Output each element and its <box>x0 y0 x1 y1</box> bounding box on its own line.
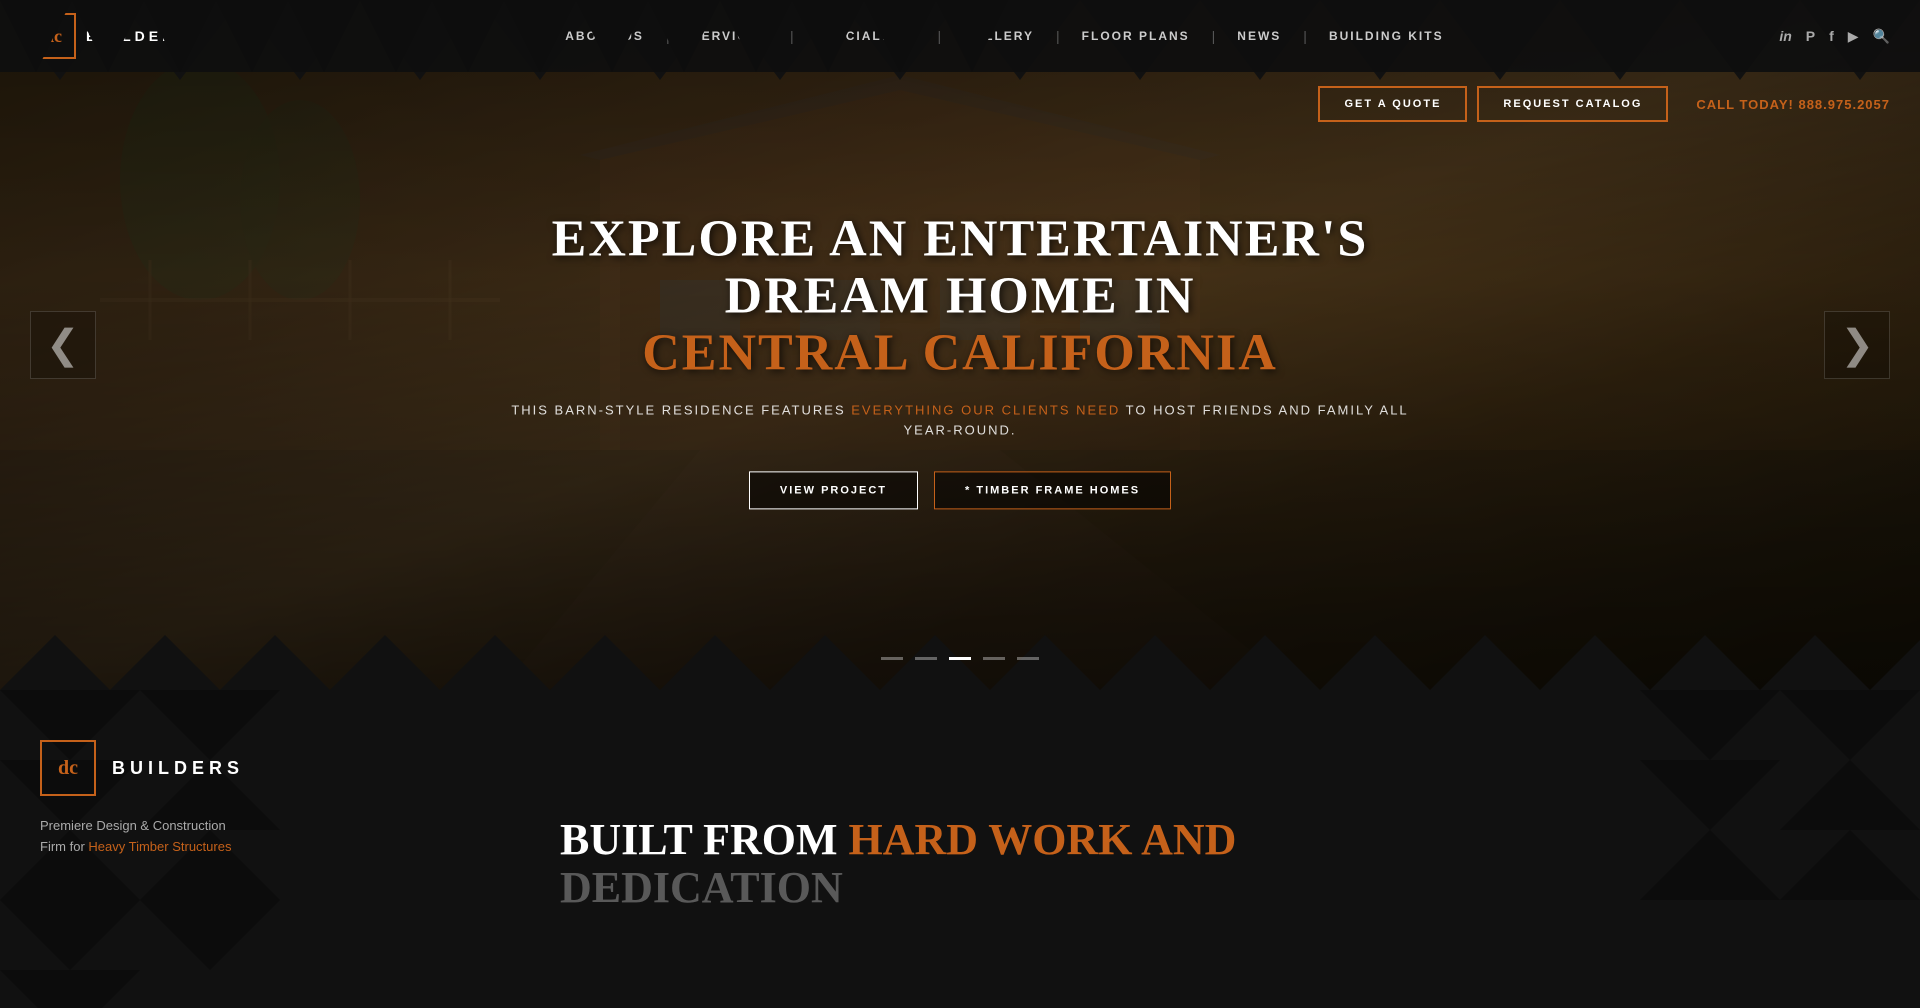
footer-headline-orange: HARD WORK AND <box>849 815 1237 864</box>
hero-content: EXPLORE AN ENTERTAINER'S DREAM HOME IN C… <box>510 210 1410 509</box>
hero-subtitle-highlight: EVERYTHING OUR CLIENTS NEED <box>851 402 1120 417</box>
get-quote-button[interactable]: GET A QUOTE <box>1318 86 1467 122</box>
hero-title-line1: EXPLORE AN ENTERTAINER'S DREAM HOME IN <box>510 210 1410 324</box>
hero-subtitle-pre: THIS BARN-STYLE RESIDENCE FEATURES <box>511 402 845 417</box>
footer-headline-area: BUILT FROM HARD WORK AND DEDICATION <box>500 690 1920 1008</box>
top-action-bar: GET A QUOTE REQUEST CATALOG CALL TODAY! … <box>0 72 1920 136</box>
footer-tagline-text2: Firm for <box>40 839 85 854</box>
hero-prev-button[interactable]: ❮ <box>30 311 96 379</box>
timber-frame-button[interactable]: * TIMBER FRAME HOMES <box>934 472 1171 510</box>
footer-logo-row: dc BUILDERS <box>40 740 244 796</box>
slide-dot-3[interactable] <box>949 657 971 660</box>
footer-tagline-text: Premiere Design & Construction <box>40 818 226 833</box>
footer-brand-name: BUILDERS <box>112 758 244 779</box>
hero-subtitle: THIS BARN-STYLE RESIDENCE FEATURES EVERY… <box>510 400 1410 442</box>
slide-dot-4[interactable] <box>983 657 1005 660</box>
footer-logo-letters: dc <box>58 757 78 780</box>
footer-headline-white2: DEDICATION <box>560 863 843 912</box>
footer-tagline-highlight: Heavy Timber Structures <box>88 839 231 854</box>
slide-dot-1[interactable] <box>881 657 903 660</box>
slide-dot-5[interactable] <box>1017 657 1039 660</box>
footer-logo-box: dc <box>40 740 96 796</box>
call-today: CALL TODAY! 888.975.2057 <box>1696 97 1890 112</box>
slide-dot-2[interactable] <box>915 657 937 660</box>
footer-tagline: Premiere Design & Construction Firm for … <box>40 816 231 858</box>
hero-buttons: VIEW PROJECT * TIMBER FRAME HOMES <box>510 472 1410 510</box>
main-navbar: dc BUILDERS ABOUT US | SERVICES | SPECIA… <box>0 0 1920 72</box>
footer-brand: dc BUILDERS Premiere Design & Constructi… <box>0 690 500 1008</box>
slide-indicators <box>881 657 1039 660</box>
footer-section: dc BUILDERS Premiere Design & Constructi… <box>0 690 1920 1008</box>
footer-headline-white: BUILT FROM <box>560 815 838 864</box>
view-project-button[interactable]: VIEW PROJECT <box>749 472 918 510</box>
arrow-left-icon: ❮ <box>46 323 80 367</box>
request-catalog-button[interactable]: REQUEST CATALOG <box>1477 86 1668 122</box>
call-label: CALL TODAY! <box>1696 97 1793 112</box>
hero-title-line2: CENTRAL CALIFORNIA <box>510 325 1410 382</box>
footer-headline: BUILT FROM HARD WORK AND DEDICATION <box>560 816 1860 913</box>
phone-number[interactable]: 888.975.2057 <box>1798 97 1890 112</box>
arrow-right-icon: ❯ <box>1840 323 1874 367</box>
hero-next-button[interactable]: ❯ <box>1824 311 1890 379</box>
